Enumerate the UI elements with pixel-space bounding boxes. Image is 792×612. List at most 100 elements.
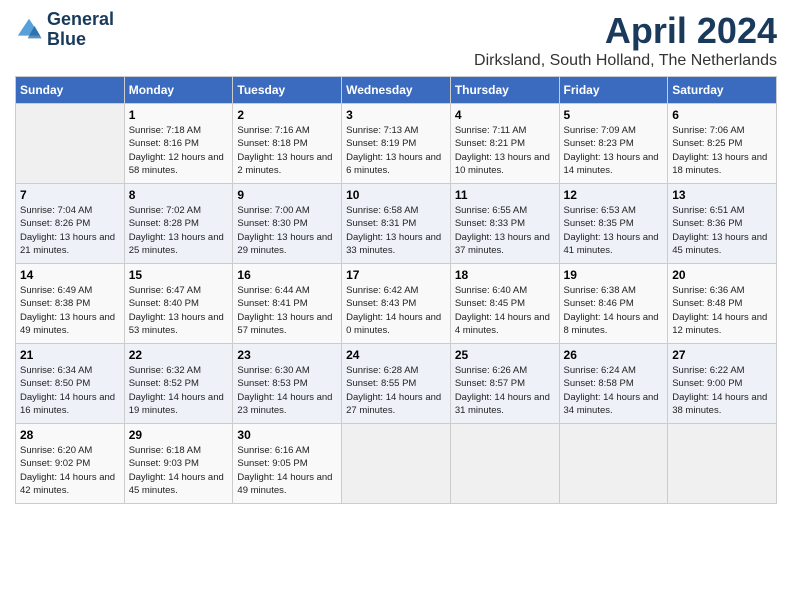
day-info: Sunrise: 6:40 AMSunset: 8:45 PMDaylight:… [455, 284, 555, 337]
title-block: April 2024 Dirksland, South Holland, The… [474, 10, 777, 70]
day-number: 17 [346, 268, 446, 282]
calendar-cell: 14 Sunrise: 6:49 AMSunset: 8:38 PMDayligh… [16, 264, 125, 344]
logo: General Blue [15, 10, 114, 50]
calendar-cell: 17 Sunrise: 6:42 AMSunset: 8:43 PMDayligh… [342, 264, 451, 344]
day-info: Sunrise: 7:11 AMSunset: 8:21 PMDaylight:… [455, 124, 555, 177]
calendar-cell: 8Sunrise: 7:02 AMSunset: 8:28 PMDaylight… [124, 184, 233, 264]
day-info: Sunrise: 6:53 AMSunset: 8:35 PMDaylight:… [564, 204, 664, 257]
day-info: Sunrise: 6:26 AMSunset: 8:57 PMDaylight:… [455, 364, 555, 417]
day-number: 30 [237, 428, 337, 442]
calendar-cell: 12 Sunrise: 6:53 AMSunset: 8:35 PMDayligh… [559, 184, 668, 264]
calendar-cell: 9 Sunrise: 7:00 AMSunset: 8:30 PMDaylight… [233, 184, 342, 264]
day-info: Sunrise: 6:18 AMSunset: 9:03 PMDaylight:… [129, 444, 229, 497]
day-info: Sunrise: 6:55 AMSunset: 8:33 PMDaylight:… [455, 204, 555, 257]
calendar-week-row: 1 Sunrise: 7:18 AMSunset: 8:16 PMDaylight… [16, 104, 777, 184]
day-number: 15 [129, 268, 229, 282]
calendar-week-row: 21 Sunrise: 6:34 AMSunset: 8:50 PMDayligh… [16, 344, 777, 424]
day-number: 27 [672, 348, 772, 362]
calendar-cell: 18 Sunrise: 6:40 AMSunset: 8:45 PMDayligh… [450, 264, 559, 344]
day-number: 7 [20, 188, 120, 202]
day-number: 23 [237, 348, 337, 362]
calendar-cell: 6Sunrise: 7:06 AMSunset: 8:25 PMDaylight… [668, 104, 777, 184]
day-info: Sunrise: 6:47 AMSunset: 8:40 PMDaylight:… [129, 284, 229, 337]
day-info: Sunrise: 7:00 AMSunset: 8:30 PMDaylight:… [237, 204, 337, 257]
month-title: April 2024 [474, 10, 777, 52]
calendar-cell: 22 Sunrise: 6:32 AMSunset: 8:52 PMDayligh… [124, 344, 233, 424]
day-number: 22 [129, 348, 229, 362]
day-info: Sunrise: 6:30 AMSunset: 8:53 PMDaylight:… [237, 364, 337, 417]
day-number: 21 [20, 348, 120, 362]
day-info: Sunrise: 6:24 AMSunset: 8:58 PMDaylight:… [564, 364, 664, 417]
col-header-monday: Monday [124, 77, 233, 104]
calendar-cell: 16Sunrise: 6:44 AMSunset: 8:41 PMDayligh… [233, 264, 342, 344]
day-number: 14 [20, 268, 120, 282]
calendar-cell: 26 Sunrise: 6:24 AMSunset: 8:58 PMDayligh… [559, 344, 668, 424]
calendar-cell: 27 Sunrise: 6:22 AMSunset: 9:00 PMDayligh… [668, 344, 777, 424]
col-header-sunday: Sunday [16, 77, 125, 104]
calendar-week-row: 28 Sunrise: 6:20 AMSunset: 9:02 PMDayligh… [16, 424, 777, 504]
calendar-cell: 3Sunrise: 7:13 AMSunset: 8:19 PMDaylight… [342, 104, 451, 184]
calendar-week-row: 7Sunrise: 7:04 AMSunset: 8:26 PMDaylight… [16, 184, 777, 264]
day-info: Sunrise: 6:22 AMSunset: 9:00 PMDaylight:… [672, 364, 772, 417]
day-info: Sunrise: 6:20 AMSunset: 9:02 PMDaylight:… [20, 444, 120, 497]
day-number: 4 [455, 108, 555, 122]
day-number: 10 [346, 188, 446, 202]
calendar-cell: 29Sunrise: 6:18 AMSunset: 9:03 PMDayligh… [124, 424, 233, 504]
day-number: 8 [129, 188, 229, 202]
day-number: 13 [672, 188, 772, 202]
day-number: 6 [672, 108, 772, 122]
day-info: Sunrise: 6:28 AMSunset: 8:55 PMDaylight:… [346, 364, 446, 417]
day-info: Sunrise: 6:16 AMSunset: 9:05 PMDaylight:… [237, 444, 337, 497]
calendar-cell: 28 Sunrise: 6:20 AMSunset: 9:02 PMDayligh… [16, 424, 125, 504]
calendar-cell: 25 Sunrise: 6:26 AMSunset: 8:57 PMDayligh… [450, 344, 559, 424]
day-info: Sunrise: 6:49 AMSunset: 8:38 PMDaylight:… [20, 284, 120, 337]
calendar-cell: 20Sunrise: 6:36 AMSunset: 8:48 PMDayligh… [668, 264, 777, 344]
calendar-cell [450, 424, 559, 504]
day-info: Sunrise: 7:13 AMSunset: 8:19 PMDaylight:… [346, 124, 446, 177]
calendar-cell: 30 Sunrise: 6:16 AMSunset: 9:05 PMDayligh… [233, 424, 342, 504]
day-number: 2 [237, 108, 337, 122]
page-header: General Blue April 2024 Dirksland, South… [15, 10, 777, 70]
logo-icon [15, 16, 43, 44]
day-number: 11 [455, 188, 555, 202]
day-number: 19 [564, 268, 664, 282]
day-number: 1 [129, 108, 229, 122]
calendar-week-row: 14 Sunrise: 6:49 AMSunset: 8:38 PMDayligh… [16, 264, 777, 344]
day-info: Sunrise: 7:18 AMSunset: 8:16 PMDaylight:… [129, 124, 229, 177]
calendar-cell: 5 Sunrise: 7:09 AMSunset: 8:23 PMDaylight… [559, 104, 668, 184]
day-info: Sunrise: 6:34 AMSunset: 8:50 PMDaylight:… [20, 364, 120, 417]
day-number: 12 [564, 188, 664, 202]
calendar-cell: 7Sunrise: 7:04 AMSunset: 8:26 PMDaylight… [16, 184, 125, 264]
calendar-cell: 23 Sunrise: 6:30 AMSunset: 8:53 PMDayligh… [233, 344, 342, 424]
day-info: Sunrise: 6:32 AMSunset: 8:52 PMDaylight:… [129, 364, 229, 417]
day-info: Sunrise: 7:16 AMSunset: 8:18 PMDaylight:… [237, 124, 337, 177]
calendar-table: SundayMondayTuesdayWednesdayThursdayFrid… [15, 76, 777, 504]
day-number: 18 [455, 268, 555, 282]
day-number: 25 [455, 348, 555, 362]
day-info: Sunrise: 6:58 AMSunset: 8:31 PMDaylight:… [346, 204, 446, 257]
calendar-cell [668, 424, 777, 504]
col-header-saturday: Saturday [668, 77, 777, 104]
col-header-wednesday: Wednesday [342, 77, 451, 104]
day-number: 5 [564, 108, 664, 122]
calendar-cell: 2 Sunrise: 7:16 AMSunset: 8:18 PMDaylight… [233, 104, 342, 184]
calendar-cell: 1 Sunrise: 7:18 AMSunset: 8:16 PMDaylight… [124, 104, 233, 184]
calendar-cell: 19Sunrise: 6:38 AMSunset: 8:46 PMDayligh… [559, 264, 668, 344]
day-number: 26 [564, 348, 664, 362]
logo-text: General Blue [47, 10, 114, 50]
calendar-header-row: SundayMondayTuesdayWednesdayThursdayFrid… [16, 77, 777, 104]
calendar-cell: 15 Sunrise: 6:47 AMSunset: 8:40 PMDayligh… [124, 264, 233, 344]
col-header-thursday: Thursday [450, 77, 559, 104]
day-number: 9 [237, 188, 337, 202]
calendar-cell: 11 Sunrise: 6:55 AMSunset: 8:33 PMDayligh… [450, 184, 559, 264]
day-info: Sunrise: 6:42 AMSunset: 8:43 PMDaylight:… [346, 284, 446, 337]
day-info: Sunrise: 6:51 AMSunset: 8:36 PMDaylight:… [672, 204, 772, 257]
col-header-tuesday: Tuesday [233, 77, 342, 104]
calendar-cell: 4 Sunrise: 7:11 AMSunset: 8:21 PMDaylight… [450, 104, 559, 184]
calendar-cell [559, 424, 668, 504]
day-number: 24 [346, 348, 446, 362]
day-number: 28 [20, 428, 120, 442]
calendar-cell [342, 424, 451, 504]
day-info: Sunrise: 7:09 AMSunset: 8:23 PMDaylight:… [564, 124, 664, 177]
day-info: Sunrise: 6:36 AMSunset: 8:48 PMDaylight:… [672, 284, 772, 337]
